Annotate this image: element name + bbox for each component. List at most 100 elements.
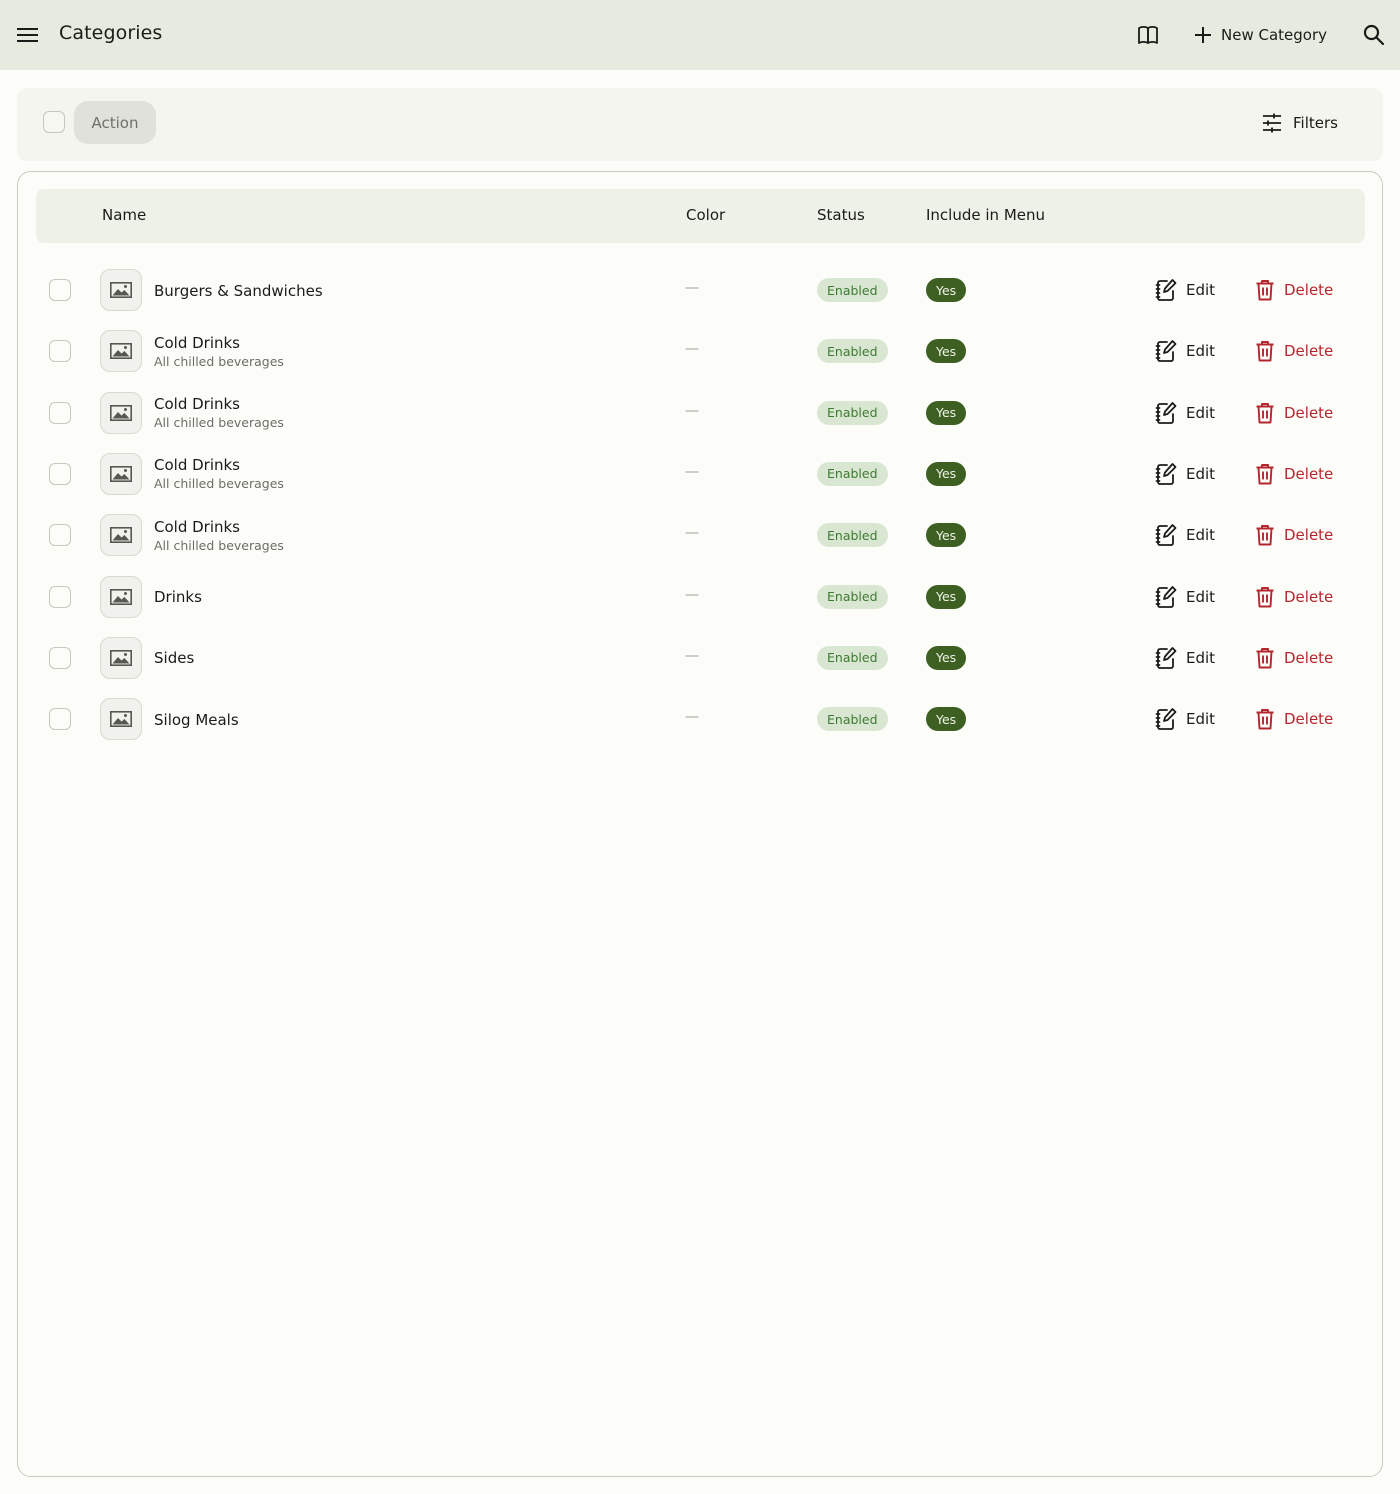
delete-label: Delete: [1284, 710, 1334, 729]
edit-icon: [1155, 523, 1177, 547]
category-color: —: [685, 402, 699, 419]
select-all-checkbox[interactable]: [43, 111, 65, 133]
edit-label: Edit: [1186, 587, 1216, 606]
delete-button[interactable]: Delete: [1255, 459, 1333, 489]
category-color: —: [685, 586, 699, 603]
edit-button[interactable]: Edit: [1155, 398, 1215, 428]
row-checkbox[interactable]: [49, 401, 71, 424]
edit-label: Edit: [1186, 648, 1216, 667]
row-checkbox[interactable]: [49, 708, 71, 731]
edit-button[interactable]: Edit: [1155, 643, 1215, 673]
edit-icon: [1155, 278, 1177, 302]
category-thumbnail: [100, 269, 142, 311]
category-color: —: [685, 280, 699, 296]
delete-button[interactable]: Delete: [1255, 398, 1333, 428]
category-name: Cold Drinks: [154, 456, 241, 475]
trash-icon: [1255, 647, 1275, 669]
row-checkbox[interactable]: [49, 462, 71, 485]
edit-button[interactable]: Edit: [1155, 520, 1215, 550]
image-placeholder-icon: [110, 282, 132, 298]
trash-icon: [1255, 524, 1275, 546]
category-thumbnail: [100, 698, 142, 741]
search-button[interactable]: [1360, 21, 1388, 49]
edit-label: Edit: [1186, 464, 1216, 483]
row-checkbox[interactable]: [49, 279, 71, 301]
table-row[interactable]: Cold Drinks All chilled beverages — Enab…: [18, 383, 1382, 444]
status-badge: Enabled: [817, 278, 888, 302]
delete-button[interactable]: Delete: [1255, 520, 1333, 550]
column-header-color[interactable]: Color: [686, 206, 725, 224]
edit-button[interactable]: Edit: [1155, 275, 1215, 305]
table-header: Name Color Status Include in Menu: [36, 189, 1365, 243]
category-thumbnail: [100, 391, 142, 434]
delete-label: Delete: [1284, 648, 1334, 667]
delete-button[interactable]: Delete: [1255, 275, 1333, 305]
row-checkbox[interactable]: [49, 585, 71, 608]
table-row[interactable]: Drinks — Enabled Yes Edit Delete: [18, 567, 1382, 628]
include-in-menu-badge: Yes: [926, 707, 967, 732]
search-icon: [1363, 24, 1385, 46]
edit-button[interactable]: Edit: [1155, 582, 1215, 612]
delete-button[interactable]: Delete: [1255, 336, 1333, 366]
category-color: —: [685, 525, 699, 542]
column-header-include-in-menu[interactable]: Include in Menu: [926, 206, 1045, 224]
edit-button[interactable]: Edit: [1155, 336, 1215, 366]
category-name-block: Cold Drinks All chilled beverages: [154, 321, 284, 382]
column-header-status[interactable]: Status: [817, 206, 865, 224]
include-in-menu-badge: Yes: [926, 523, 967, 548]
image-placeholder-icon: [110, 404, 132, 421]
menu-preview-button[interactable]: [1134, 21, 1162, 49]
delete-button[interactable]: Delete: [1255, 643, 1333, 673]
row-checkbox[interactable]: [49, 340, 71, 363]
delete-label: Delete: [1284, 342, 1334, 361]
row-checkbox[interactable]: [49, 524, 71, 547]
column-header-name[interactable]: Name: [102, 206, 146, 224]
delete-button[interactable]: Delete: [1255, 704, 1333, 734]
new-category-button[interactable]: New Category: [1194, 19, 1327, 51]
edit-button[interactable]: Edit: [1155, 704, 1215, 734]
table-row[interactable]: Burgers & Sandwiches — Enabled Yes Edit …: [18, 260, 1382, 321]
table-row[interactable]: Cold Drinks All chilled beverages — Enab…: [18, 505, 1382, 566]
category-name: Silog Meals: [154, 710, 239, 729]
row-checkbox[interactable]: [49, 646, 71, 669]
category-description: All chilled beverages: [154, 415, 284, 431]
trash-icon: [1255, 586, 1275, 608]
status-badge: Enabled: [817, 400, 888, 425]
table-row[interactable]: Silog Meals — Enabled Yes Edit Delete: [18, 689, 1382, 750]
category-name-block: Cold Drinks All chilled beverages: [154, 383, 284, 444]
status-badge: Enabled: [817, 461, 888, 486]
include-in-menu-badge: Yes: [926, 400, 967, 425]
edit-label: Edit: [1186, 342, 1216, 361]
category-name: Drinks: [154, 588, 202, 606]
page-title: Categories: [59, 22, 163, 44]
filters-button[interactable]: Filters: [1261, 108, 1338, 138]
category-name: Cold Drinks: [154, 333, 241, 352]
category-thumbnail: [100, 636, 142, 679]
status-badge: Enabled: [817, 645, 888, 670]
edit-icon: [1155, 585, 1177, 609]
delete-label: Delete: [1284, 281, 1334, 299]
table-row[interactable]: Cold Drinks All chilled beverages — Enab…: [18, 321, 1382, 382]
action-button[interactable]: Action: [74, 101, 156, 144]
tune-icon: [1261, 113, 1283, 133]
trash-icon: [1255, 402, 1275, 424]
edit-icon: [1155, 401, 1177, 425]
status-badge: Enabled: [817, 707, 888, 732]
category-name: Cold Drinks: [154, 395, 241, 414]
category-name-block: Cold Drinks All chilled beverages: [154, 505, 284, 566]
table-row[interactable]: Sides — Enabled Yes Edit Delete: [18, 628, 1382, 689]
edit-label: Edit: [1186, 526, 1216, 545]
table-row[interactable]: Cold Drinks All chilled beverages — Enab…: [18, 444, 1382, 505]
category-thumbnail: [100, 452, 142, 495]
trash-icon: [1255, 340, 1275, 362]
new-category-label: New Category: [1221, 26, 1328, 44]
filters-label: Filters: [1293, 114, 1338, 132]
menu-button[interactable]: [14, 21, 42, 49]
category-description: All chilled beverages: [154, 476, 284, 492]
include-in-menu-badge: Yes: [926, 645, 967, 670]
edit-button[interactable]: Edit: [1155, 459, 1215, 489]
image-placeholder-icon: [110, 588, 132, 605]
top-app-bar: Categories New Category: [0, 0, 1400, 70]
image-placeholder-icon: [110, 465, 132, 482]
delete-button[interactable]: Delete: [1255, 582, 1333, 612]
